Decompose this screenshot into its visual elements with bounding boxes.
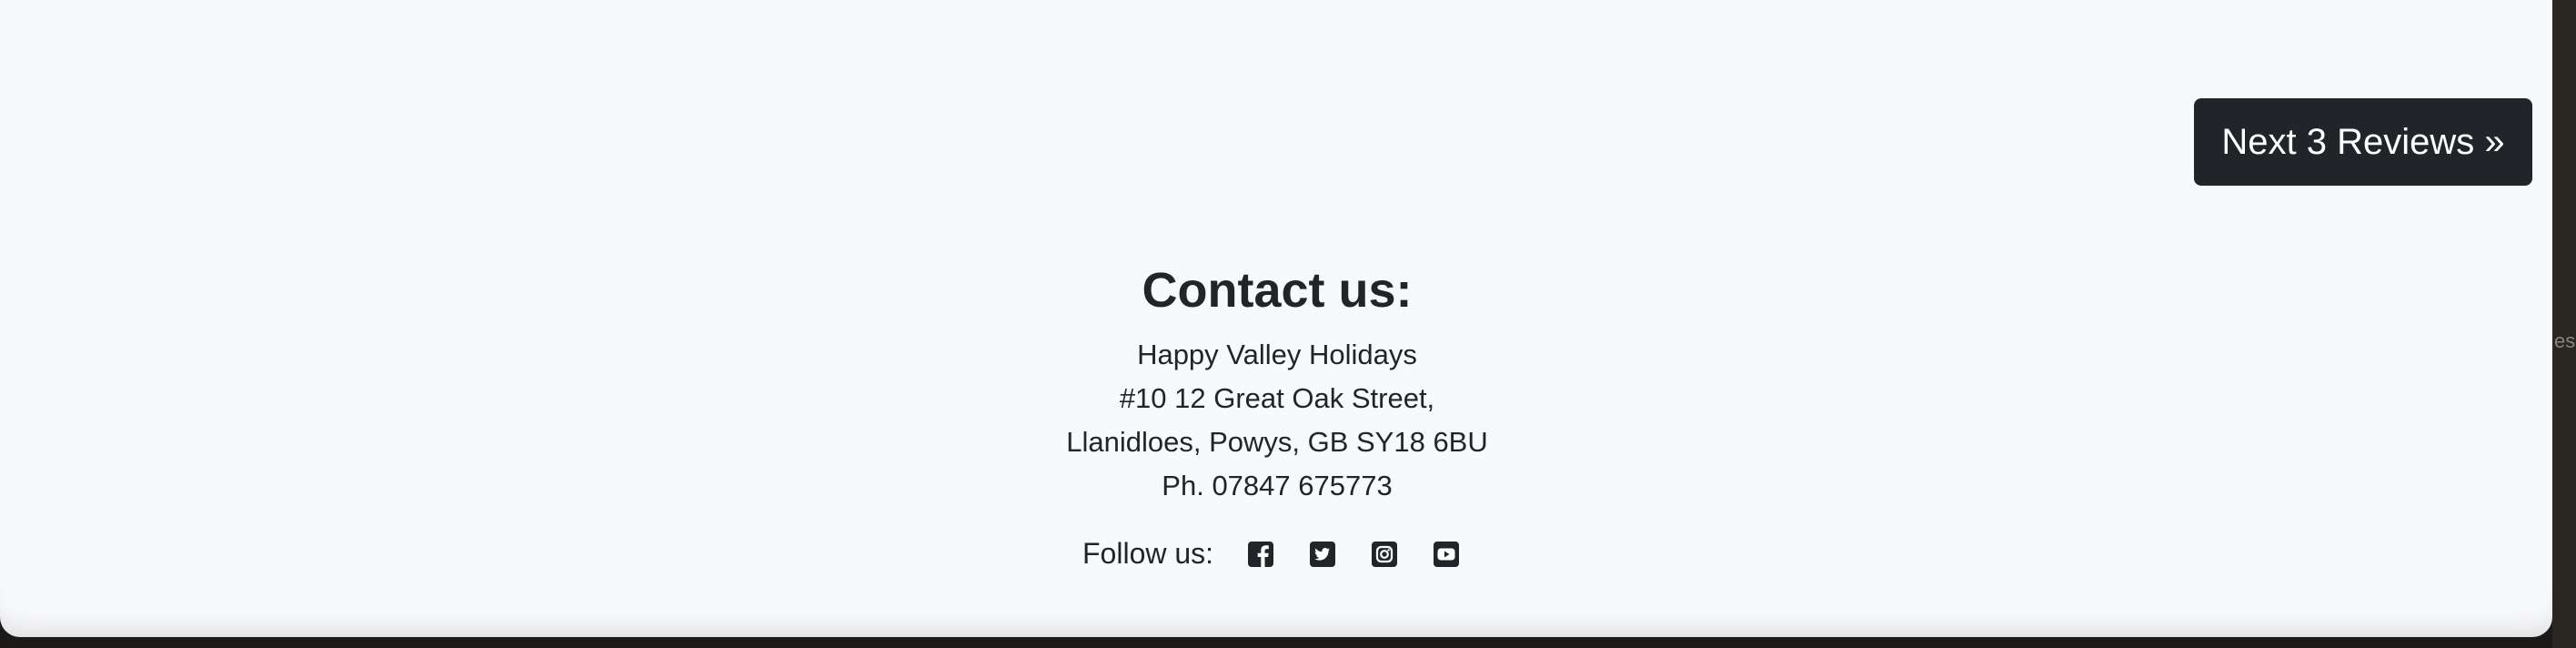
contact-title: Contact us: — [1142, 263, 1413, 318]
contact-address: Happy Valley Holidays #10 12 Great Oak S… — [913, 333, 1641, 508]
youtube-icon[interactable] — [1432, 540, 1461, 569]
background-window-text: es — [2554, 329, 2576, 352]
instagram-icon[interactable] — [1370, 540, 1399, 569]
social-links: Follow us: — [1082, 537, 1494, 571]
follow-us-label: Follow us: — [1082, 537, 1214, 570]
background-window-edge — [2552, 0, 2576, 648]
browser-viewport: Next 3 Reviews » Contact us: Happy Valle… — [0, 0, 2552, 637]
contact-section: Contact us: Happy Valley Holidays #10 12… — [913, 255, 1641, 508]
street-address: #10 12 Great Oak Street, — [1119, 382, 1435, 414]
twitter-icon[interactable] — [1308, 540, 1337, 569]
facebook-icon[interactable] — [1246, 540, 1275, 569]
city-postcode: Llanidloes, Powys, GB SY18 6BU — [1066, 426, 1488, 458]
next-reviews-button[interactable]: Next 3 Reviews » — [2194, 98, 2532, 186]
company-name: Happy Valley Holidays — [1137, 339, 1417, 370]
phone-number: Ph. 07847 675773 — [1162, 470, 1393, 501]
